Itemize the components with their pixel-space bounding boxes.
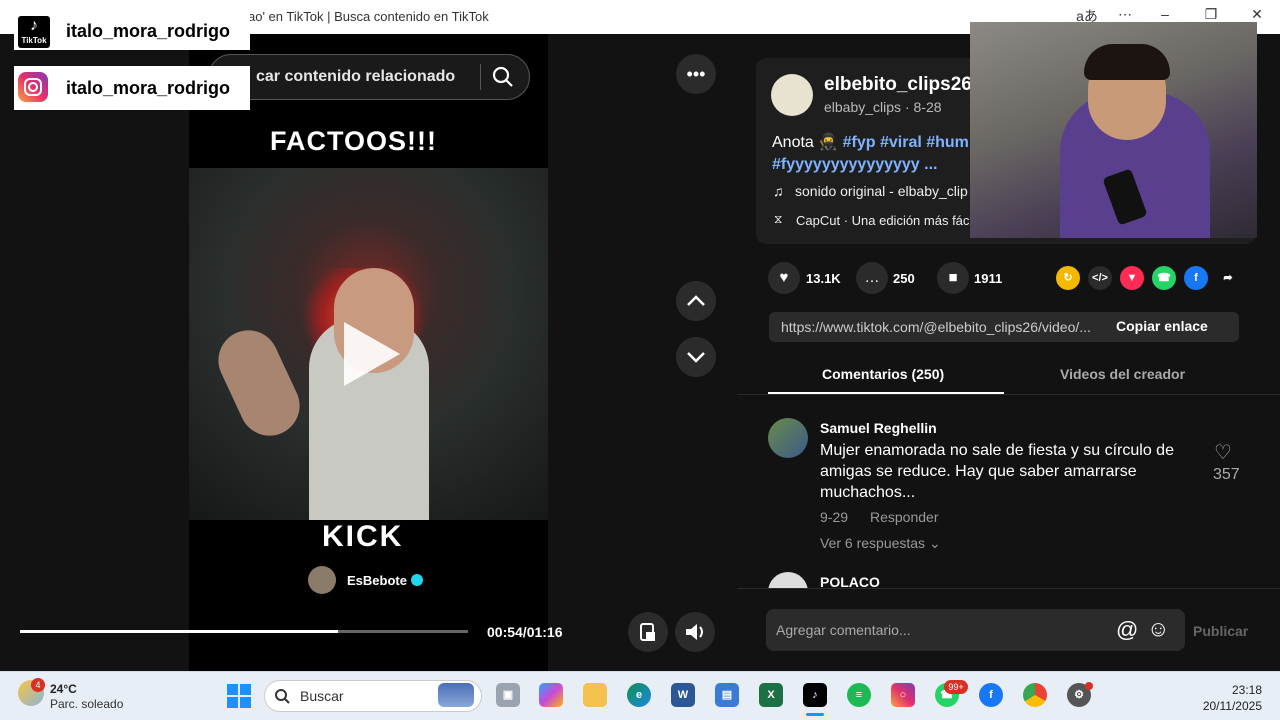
video-time: 00:54/01:16 bbox=[487, 624, 563, 640]
whatsapp-badge: 99+ bbox=[944, 680, 968, 694]
search-divider bbox=[480, 64, 481, 90]
store-icon[interactable]: ▤ bbox=[715, 683, 739, 707]
search-highlight-icon bbox=[438, 683, 474, 707]
share-link[interactable]: https://www.tiktok.com/@elbebito_clips26… bbox=[781, 319, 1111, 335]
webcam-overlay bbox=[970, 22, 1257, 238]
caption-prefix: Anota bbox=[772, 134, 814, 151]
tiktok-handle-text: italo_mora_rodrigo bbox=[66, 21, 231, 41]
facebook-taskbar-icon[interactable]: f bbox=[979, 683, 1003, 707]
emoji-icon[interactable]: ☺ bbox=[1147, 616, 1169, 642]
creator-avatar bbox=[308, 566, 336, 594]
facebook-icon[interactable]: f bbox=[1184, 266, 1208, 290]
video-progress-fill bbox=[20, 630, 339, 633]
clock[interactable]: 23:18 20/11/2025 bbox=[1203, 682, 1262, 714]
comment-placeholder[interactable]: Agregar comentario... bbox=[776, 622, 911, 638]
video-progress-bar[interactable] bbox=[20, 630, 468, 633]
active-tab-indicator bbox=[768, 392, 1004, 394]
capcut-link[interactable]: CapCut · Una edición más fác bbox=[796, 213, 969, 228]
caption-hashtags-more[interactable]: #fyyyyyyyyyyyyyyy ... bbox=[772, 156, 937, 173]
taskbar-search-icon bbox=[275, 689, 290, 704]
pip-icon bbox=[640, 623, 655, 641]
comment-date: 9-29 bbox=[820, 509, 849, 525]
copy-link-button[interactable]: Copiar enlace bbox=[1116, 318, 1208, 334]
tab-title: ao' en TikTok | Busca contenido en TikTo… bbox=[248, 9, 489, 24]
music-note-icon: ♫ bbox=[773, 183, 784, 199]
weather-temp[interactable]: 24°C bbox=[50, 682, 77, 696]
share-arrow-icon[interactable]: ➦ bbox=[1216, 266, 1240, 290]
windows-start-icon[interactable] bbox=[227, 684, 251, 708]
tab-creator-videos[interactable]: Videos del creador bbox=[1060, 366, 1185, 382]
send-icon[interactable]: ▼ bbox=[1120, 266, 1144, 290]
clock-time: 23:18 bbox=[1231, 683, 1262, 697]
volume-button[interactable] bbox=[675, 612, 715, 652]
word-icon[interactable]: W bbox=[671, 683, 695, 707]
video-top-caption: FACTOOS!!! bbox=[270, 126, 437, 156]
capcut-icon: ⧖ bbox=[774, 212, 783, 226]
tab-divider bbox=[737, 394, 1280, 395]
weather-badge: 4 bbox=[31, 678, 45, 692]
active-app-indicator bbox=[806, 713, 824, 716]
chevron-down-icon bbox=[687, 352, 705, 363]
play-icon[interactable] bbox=[344, 322, 400, 386]
reply-button[interactable]: Responder bbox=[870, 509, 939, 525]
repost-icon[interactable]: ↻ bbox=[1056, 266, 1080, 290]
file-explorer-icon[interactable] bbox=[583, 683, 607, 707]
author-avatar[interactable] bbox=[771, 74, 813, 116]
chrome-icon[interactable] bbox=[1023, 683, 1047, 707]
search-icon[interactable] bbox=[492, 66, 514, 88]
whatsapp-icon[interactable]: ☎ bbox=[1152, 266, 1176, 290]
pip-button[interactable] bbox=[628, 612, 668, 652]
tab-comments[interactable]: Comentarios (250) bbox=[822, 366, 944, 382]
bookmark-button[interactable]: ■ bbox=[937, 262, 969, 294]
creator-label: EsBebote bbox=[347, 573, 407, 588]
more-options-button[interactable]: ••• bbox=[676, 54, 716, 94]
mention-icon[interactable]: @ bbox=[1116, 617, 1138, 643]
author-subhandle: elbaby_clips · 8-28 bbox=[824, 99, 942, 115]
comment-avatar[interactable] bbox=[768, 418, 808, 458]
instagram-taskbar-icon[interactable]: ○ bbox=[891, 683, 915, 707]
tiktok-logo-icon: ♪ TikTok bbox=[18, 16, 50, 48]
edge-icon[interactable]: e bbox=[627, 683, 651, 707]
instagram-handle-overlay: italo_mora_rodrigo bbox=[14, 66, 250, 110]
taskbar-search-label[interactable]: Buscar bbox=[300, 688, 344, 704]
verified-icon bbox=[411, 574, 423, 586]
comment-count: 250 bbox=[893, 271, 915, 286]
notification-dot bbox=[1085, 682, 1093, 690]
volume-icon bbox=[686, 624, 703, 640]
comment-text: Mujer enamorada no sale de fiesta y su c… bbox=[820, 442, 1174, 501]
author-handle[interactable]: elbebito_clips26 bbox=[824, 74, 972, 96]
bookmark-count: 1911 bbox=[974, 271, 1003, 286]
instagram-logo-icon bbox=[18, 72, 48, 102]
tiktok-handle-overlay: ♪ TikTok italo_mora_rodrigo bbox=[14, 12, 250, 50]
post-caption: Anota 🥷 #fyp #viral #hum #fyyyyyyyyyyyyy… bbox=[772, 134, 969, 173]
comment-like-icon[interactable]: ♡ bbox=[1214, 440, 1232, 465]
previous-video-button[interactable] bbox=[676, 281, 716, 321]
copilot-icon[interactable] bbox=[539, 683, 563, 707]
comment-like-count: 357 bbox=[1213, 466, 1240, 483]
embed-icon[interactable]: </> bbox=[1088, 266, 1112, 290]
like-count: 13.1K bbox=[806, 271, 841, 286]
weather-desc[interactable]: Parc. soleado bbox=[50, 697, 123, 711]
excel-icon[interactable]: X bbox=[759, 683, 783, 707]
like-button[interactable]: ♥ bbox=[768, 262, 800, 294]
spotify-icon[interactable]: ≡ bbox=[847, 683, 871, 707]
next-video-button[interactable] bbox=[676, 337, 716, 377]
search-input[interactable]: car contenido relacionado bbox=[256, 68, 455, 86]
publish-button[interactable]: Publicar bbox=[1193, 623, 1248, 639]
instagram-handle-text: italo_mora_rodrigo bbox=[66, 78, 231, 98]
caption-hashtags[interactable]: #fyp #viral #hum bbox=[843, 134, 969, 151]
video-kick-label: KICK bbox=[322, 520, 404, 553]
music-link[interactable]: sonido original - elbaby_clip bbox=[795, 183, 968, 199]
view-replies-label: Ver 6 respuestas bbox=[820, 535, 926, 551]
task-view-icon[interactable]: ▣ bbox=[496, 683, 520, 707]
chevron-up-icon bbox=[687, 295, 705, 306]
view-replies-button[interactable]: Ver 6 respuestas ⌄ bbox=[820, 535, 941, 552]
comment-author[interactable]: Samuel Reghellin bbox=[820, 420, 937, 436]
tiktok-taskbar-icon[interactable]: ♪ bbox=[803, 683, 827, 707]
comment-button[interactable]: … bbox=[856, 262, 888, 294]
clock-date: 20/11/2025 bbox=[1202, 699, 1262, 713]
